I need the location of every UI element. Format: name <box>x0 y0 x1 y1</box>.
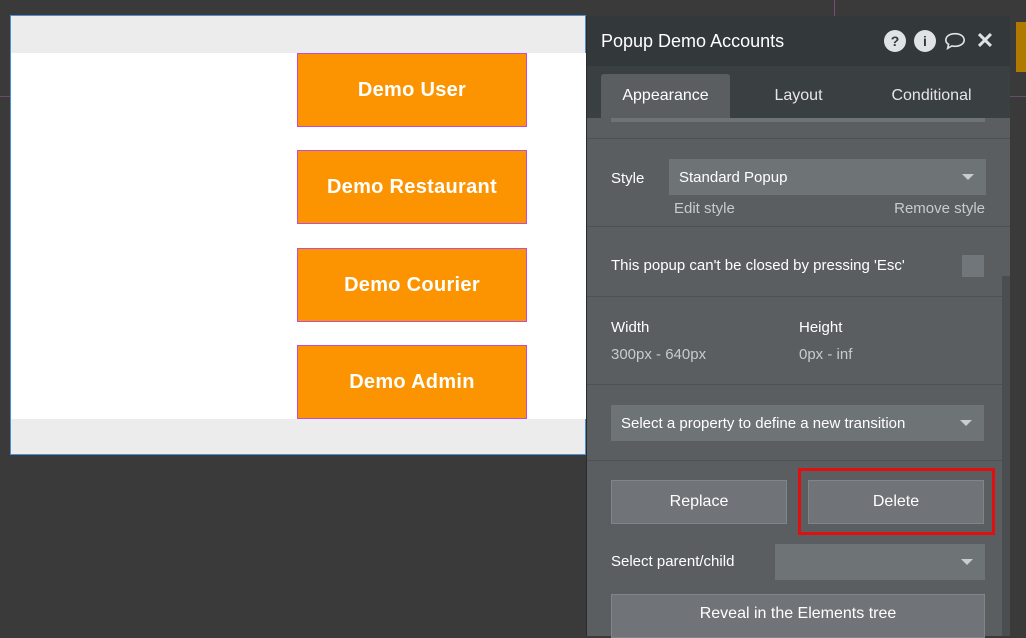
close-icon[interactable]: ✕ <box>974 28 996 53</box>
style-value: Standard Popup <box>679 168 788 186</box>
button-label: Demo Courier <box>344 273 480 296</box>
canvas-guide <box>1010 96 1026 97</box>
transition-placeholder: Select a property to define a new transi… <box>621 414 906 432</box>
chevron-down-icon <box>961 559 973 565</box>
divider <box>587 296 1010 297</box>
field-remnant <box>611 118 985 122</box>
edit-style-link[interactable]: Edit style <box>674 200 735 217</box>
panel-header: Popup Demo Accounts ? i ✕ <box>587 16 1010 66</box>
button-label: Demo User <box>357 78 467 101</box>
delete-button[interactable]: Delete <box>808 480 984 524</box>
info-icon[interactable]: i <box>914 30 936 52</box>
style-dropdown[interactable]: Standard Popup <box>669 159 986 195</box>
chevron-down-icon <box>962 174 974 180</box>
divider <box>587 384 1010 385</box>
style-label: Style <box>611 170 645 187</box>
height-label: Height <box>799 319 843 336</box>
button-label: Demo Admin <box>349 370 475 393</box>
height-value: 0px - inf <box>799 346 853 363</box>
parent-child-dropdown[interactable] <box>775 544 985 580</box>
chevron-down-icon <box>960 420 972 426</box>
button-label: Demo Restaurant <box>326 175 498 198</box>
divider <box>587 460 1010 461</box>
property-editor: Popup Demo Accounts ? i ✕ Appearance Lay… <box>586 16 1010 638</box>
demo-courier-button[interactable]: Demo Courier <box>297 248 527 322</box>
demo-admin-button[interactable]: Demo Admin <box>297 345 527 419</box>
popup-canvas[interactable]: Demo User Demo Restaurant Demo Courier D… <box>10 15 587 455</box>
esc-checkbox[interactable] <box>962 255 984 277</box>
replace-button[interactable]: Replace <box>611 480 787 524</box>
canvas-element-edge <box>1016 22 1026 72</box>
demo-user-button[interactable]: Demo User <box>297 53 527 127</box>
panel-title: Popup Demo Accounts <box>601 30 785 51</box>
remove-style-link[interactable]: Remove style <box>894 200 985 217</box>
canvas-guide <box>0 96 10 97</box>
width-value: 300px - 640px <box>611 346 707 363</box>
header-icons: ? i ✕ <box>884 28 996 53</box>
divider <box>587 138 1010 139</box>
reveal-elements-tree-button[interactable]: Reveal in the Elements tree <box>611 594 985 638</box>
comment-icon[interactable] <box>944 30 966 52</box>
transition-dropdown[interactable]: Select a property to define a new transi… <box>611 405 984 441</box>
panel-scrollbar[interactable] <box>1002 276 1010 636</box>
width-label: Width <box>611 319 650 336</box>
panel-tabs: Appearance Layout Conditional <box>587 66 1010 118</box>
tab-layout[interactable]: Layout <box>734 74 863 118</box>
help-icon[interactable]: ? <box>884 30 906 52</box>
canvas-guide <box>834 0 835 16</box>
esc-label: This popup can't be closed by pressing '… <box>611 257 905 274</box>
parent-child-label: Select parent/child <box>611 553 735 570</box>
divider <box>587 226 1010 227</box>
tab-conditional[interactable]: Conditional <box>867 74 996 118</box>
tab-appearance[interactable]: Appearance <box>601 74 730 118</box>
demo-restaurant-button[interactable]: Demo Restaurant <box>297 150 527 224</box>
